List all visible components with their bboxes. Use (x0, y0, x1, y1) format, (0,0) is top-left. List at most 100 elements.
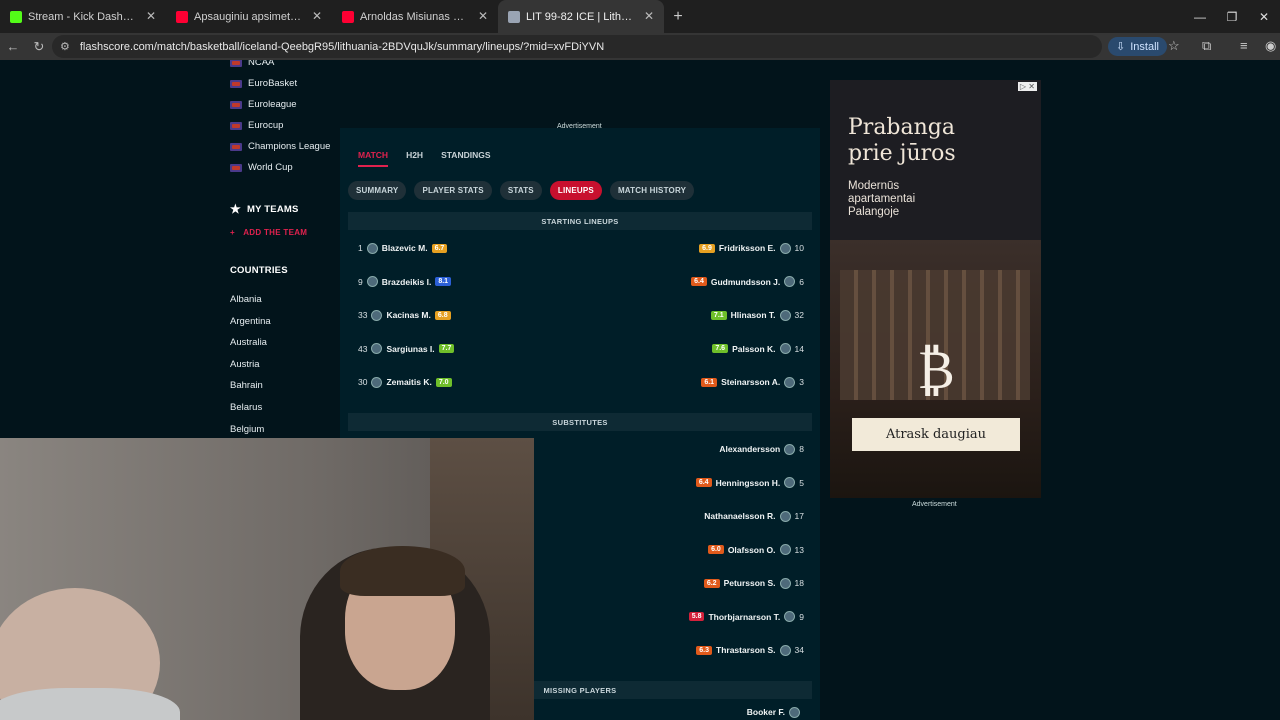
player-name[interactable]: Booker F. (747, 707, 785, 717)
pill-summary[interactable]: SUMMARY (348, 181, 407, 200)
browser-tab[interactable]: LIT 99-82 ICE | Lithuania v Icela ✕ (498, 0, 664, 33)
extensions-icon[interactable]: ⧉ (1202, 38, 1211, 54)
player-row[interactable]: 9 Brazdeikis I. 8.1 (358, 272, 452, 292)
ad-subtext: Modernūs apartamentai Palangoje (848, 180, 916, 218)
player-row[interactable]: 7.6 Palsson K. 14 (712, 339, 804, 359)
club-logo-icon (371, 343, 383, 354)
league-item[interactable]: Champions League (230, 141, 330, 152)
player-name[interactable]: Kacinas M. (386, 310, 430, 320)
player-row[interactable]: 30 Zemaitis K. 7.0 (358, 372, 452, 392)
browser-tab[interactable]: Apsauginiu apsimetęs vyras pa ✕ (166, 0, 332, 33)
restore-icon[interactable]: ❐ (1216, 0, 1248, 33)
ad-close-icon[interactable]: ▷ ✕ (1017, 82, 1037, 91)
new-tab-button[interactable]: + (664, 0, 692, 33)
country-item[interactable]: Belarus (230, 402, 262, 413)
pill-player-stats[interactable]: PLAYER STATS (414, 181, 492, 200)
tab-standings[interactable]: STANDINGS (441, 150, 490, 160)
tab-close-icon[interactable]: ✕ (146, 9, 156, 23)
player-name[interactable]: Henningsson H. (716, 478, 781, 488)
tab-title: LIT 99-82 ICE | Lithuania v Icela (526, 10, 636, 23)
country-item[interactable]: Bahrain (230, 380, 263, 391)
club-logo-icon (784, 443, 796, 455)
club-logo-icon (371, 376, 383, 388)
player-row[interactable]: 6.2 Petursson S. 18 (703, 573, 804, 593)
url-field[interactable]: ⚙ flashscore.com/match/basketball/icelan… (52, 35, 1102, 58)
profile-icon[interactable]: ◉ (1265, 38, 1276, 54)
player-name[interactable]: Olafsson O. (728, 545, 776, 555)
player-name[interactable]: Nathanaelsson R. (704, 511, 775, 521)
league-item[interactable]: Euroleague (230, 99, 297, 110)
player-name[interactable]: Gudmundsson J. (711, 277, 780, 287)
league-item[interactable]: World Cup (230, 162, 293, 173)
bookmark-star-icon[interactable]: ☆ (1168, 38, 1180, 54)
player-row[interactable]: 6.1 Steinarsson A. 3 (701, 372, 804, 392)
reload-icon[interactable]: ↻ (26, 39, 52, 55)
player-name[interactable]: Brazdeikis I. (382, 277, 432, 287)
pill-match-history[interactable]: MATCH HISTORY (609, 181, 695, 200)
country-item[interactable]: Belgium (230, 424, 264, 435)
pill-stats[interactable]: STATS (499, 181, 542, 200)
player-name[interactable]: Hlinason T. (731, 310, 776, 320)
window-controls: — ❐ ✕ (1184, 0, 1280, 33)
club-logo-icon (371, 309, 383, 321)
browser-tab[interactable]: Arnoldas Misiunas Vs Egidijus D ✕ (332, 0, 498, 33)
tab-h2h[interactable]: H2H (406, 150, 423, 160)
close-window-icon[interactable]: ✕ (1248, 0, 1280, 33)
tab-match[interactable]: MATCH (358, 150, 389, 167)
player-row[interactable]: Booker F. (747, 702, 804, 720)
browser-tab[interactable]: Stream - Kick Dashboard ✕ (0, 0, 166, 33)
player-row[interactable]: 6.4 Henningsson H. 5 (695, 473, 804, 493)
player-name[interactable]: Thorbjarnarson T. (708, 612, 780, 622)
star-icon: ★ (230, 202, 241, 216)
player-name[interactable]: Sargiunas I. (386, 344, 434, 354)
player-rating: 5.8 (688, 612, 705, 621)
league-item[interactable]: NCAA (230, 60, 274, 68)
tab-close-icon[interactable]: ✕ (644, 9, 654, 23)
pill-lineups[interactable]: LINEUPS (549, 181, 602, 200)
club-logo-icon (789, 706, 800, 718)
club-logo-icon (779, 242, 791, 254)
player-name[interactable]: Zemaitis K. (386, 377, 431, 387)
player-name[interactable]: Palsson K. (732, 344, 775, 354)
country-item[interactable]: Australia (230, 337, 267, 348)
player-row[interactable]: 43 Sargiunas I. 7.7 (358, 339, 455, 359)
club-logo-icon (784, 276, 796, 287)
add-team-link[interactable]: + ADD THE TEAM (230, 228, 307, 237)
league-label: Eurocup (248, 120, 284, 131)
media-icon[interactable]: ≡ (1240, 38, 1248, 53)
tab-favicon-icon (342, 10, 354, 23)
back-icon[interactable]: ← (0, 39, 26, 54)
player-row[interactable]: 5.8 Thorbjarnarson T. 9 (688, 607, 804, 627)
minimize-icon[interactable]: — (1184, 0, 1216, 33)
site-info-icon[interactable]: ⚙ (60, 40, 70, 53)
player-row[interactable]: 6.3 Thrastarson S. 34 (696, 640, 804, 660)
tab-close-icon[interactable]: ✕ (478, 9, 488, 23)
player-name[interactable]: Petursson S. (724, 578, 776, 588)
player-row[interactable]: 6.0 Olafsson O. 13 (708, 540, 804, 560)
ad-label-right: Advertisement (912, 501, 957, 508)
ad-cta-button[interactable]: Atrask daugiau (852, 418, 1020, 451)
country-item[interactable]: Albania (230, 294, 262, 305)
player-name[interactable]: Blazevic M. (382, 243, 428, 253)
player-name[interactable]: Fridriksson E. (719, 243, 776, 253)
substitutes-header: SUBSTITUTES (348, 413, 812, 431)
country-item[interactable]: Austria (230, 359, 260, 370)
advertisement-banner[interactable]: ▷ ✕ Prabanga prie jūros Modernūs apartam… (830, 80, 1041, 498)
player-row[interactable]: 7.1 Hlinason T. 32 (710, 305, 804, 325)
player-row[interactable]: 1 Blazevic M. 6.7 (358, 238, 448, 258)
player-name[interactable]: Alexandersson (719, 444, 780, 454)
country-item[interactable]: Argentina (230, 316, 271, 327)
player-row[interactable]: Nathanaelsson R. 17 (704, 506, 804, 526)
league-item[interactable]: Eurocup (230, 120, 283, 131)
tab-title: Apsauginiu apsimetęs vyras pa (194, 10, 304, 23)
player-row[interactable]: Alexandersson 8 (719, 439, 804, 459)
tab-close-icon[interactable]: ✕ (312, 9, 322, 23)
player-row[interactable]: 6.4 Gudmundsson J. 6 (691, 272, 804, 292)
player-row[interactable]: 33 Kacinas M. 6.8 (358, 305, 451, 325)
install-app-button[interactable]: ⇩ Install (1108, 37, 1167, 56)
league-label: Euroleague (248, 99, 297, 110)
league-item[interactable]: EuroBasket (230, 78, 297, 89)
player-row[interactable]: 6.9 Fridriksson E. 10 (699, 238, 804, 258)
player-name[interactable]: Thrastarson S. (716, 645, 776, 655)
player-name[interactable]: Steinarsson A. (721, 377, 780, 387)
